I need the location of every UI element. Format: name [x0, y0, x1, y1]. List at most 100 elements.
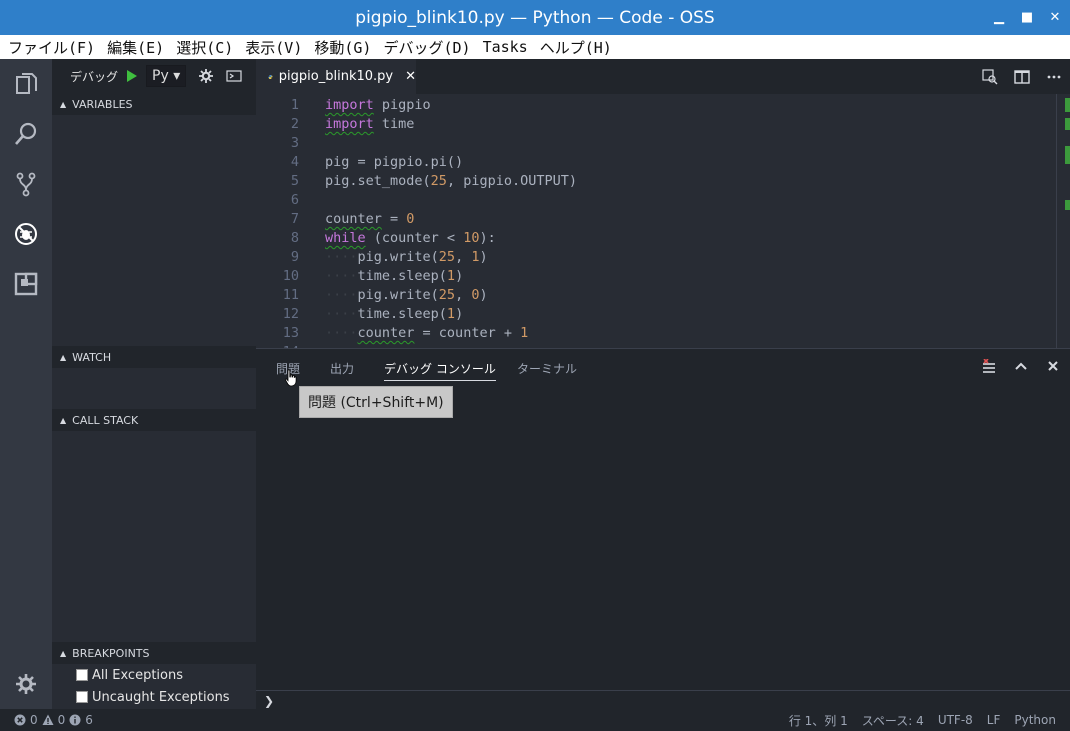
status-bar: 0 0 6 行 1、列 1 スペース: 4 UTF-8 LF Python	[0, 709, 1070, 731]
menu-go[interactable]: 移動(G)	[308, 37, 377, 58]
editor-actions	[982, 59, 1062, 94]
line-number: 7	[290, 211, 299, 227]
variables-panel	[52, 115, 256, 346]
menu-edit[interactable]: 編集(E)	[101, 37, 170, 58]
overview-ruler-mark	[1065, 98, 1070, 112]
editor-tabs: pigpio_blink10.py ✕	[256, 59, 1070, 94]
menu-file[interactable]: ファイル(F)	[0, 37, 101, 58]
collapse-triangle-icon: ▲	[60, 415, 67, 425]
line-number: 12	[282, 306, 299, 322]
search-icon[interactable]	[0, 109, 52, 159]
cursor-position[interactable]: 行 1、列 1	[789, 712, 848, 729]
menu-tasks[interactable]: Tasks	[477, 38, 534, 56]
bottom-panel: 問題 出力 デバッグ コンソール ターミナル 問題 (Ctrl+Shift+M)…	[256, 348, 1070, 709]
line-number: 4	[290, 154, 299, 170]
debug-icon[interactable]	[0, 209, 52, 259]
breakpoint-all-exceptions[interactable]: All Exceptions	[52, 664, 256, 686]
line-number: 6	[290, 192, 299, 208]
warning-count: 0	[57, 713, 66, 727]
code-line: pig = pigpio.pi()	[325, 154, 464, 170]
collapse-triangle-icon: ▲	[60, 352, 67, 362]
code-line: import pigpio	[325, 97, 431, 113]
source-control-icon[interactable]	[0, 159, 52, 209]
tab-terminal[interactable]: ターミナル	[517, 360, 577, 377]
launch-config-select[interactable]: Py ▾	[146, 65, 187, 87]
line-number: 9	[290, 249, 299, 265]
breakpoints-panel: All Exceptions Uncaught Exceptions	[52, 664, 256, 708]
tab-output[interactable]: 出力	[330, 360, 354, 377]
code-line: while (counter < 10):	[325, 230, 496, 246]
breakpoint-uncaught-exceptions[interactable]: Uncaught Exceptions	[52, 686, 256, 708]
prompt-chevron-icon: ❯	[264, 693, 275, 708]
end-of-line[interactable]: LF	[987, 713, 1001, 727]
menu-debug[interactable]: デバッグ(D)	[377, 37, 476, 58]
close-icon[interactable]: ✕	[1048, 10, 1062, 25]
warning-icon	[42, 714, 54, 725]
debug-label: デバッグ	[70, 69, 119, 84]
indentation[interactable]: スペース: 4	[862, 712, 924, 729]
code-line: import time	[325, 116, 415, 132]
problems-status[interactable]: 0 0 6	[0, 713, 93, 727]
menu-help[interactable]: ヘルプ(H)	[534, 37, 618, 58]
maximize-panel-chevron-up-icon[interactable]	[1014, 359, 1028, 373]
line-number: 1	[290, 97, 299, 113]
hand-pointer-cursor-icon	[284, 369, 297, 387]
menu-bar: ファイル(F) 編集(E) 選択(C) 表示(V) 移動(G) デバッグ(D) …	[0, 35, 1070, 59]
call-stack-section-header[interactable]: ▲ CALL STACK	[52, 409, 256, 431]
code-line: ····counter = counter + 1	[325, 325, 529, 341]
open-changes-icon[interactable]	[982, 68, 998, 85]
window-title: pigpio_blink10.py — Python — Code - OSS	[355, 7, 715, 28]
explorer-icon[interactable]	[0, 59, 52, 109]
code-editor[interactable]: 1 2 3 4 5 6 7 8 9 10 11 12 13 14 import …	[256, 94, 1070, 348]
code-line: ····pig.write(25, 1)	[325, 249, 488, 265]
error-count: 0	[30, 713, 38, 727]
checkbox[interactable]	[76, 691, 88, 703]
open-launch-json-gear-icon[interactable]	[198, 68, 214, 84]
editor-scrollbar[interactable]	[1056, 94, 1070, 348]
line-number: 2	[290, 116, 299, 132]
window-controls: ▁ ■ ✕	[992, 0, 1062, 35]
call-stack-panel	[52, 431, 256, 642]
clear-console-icon[interactable]	[982, 359, 996, 373]
code-line: ····time.sleep(1)	[325, 268, 464, 284]
debug-console-icon[interactable]	[226, 68, 242, 84]
variables-section-header[interactable]: ▲ VARIABLES	[52, 93, 256, 115]
panel-actions	[982, 359, 1060, 373]
settings-gear-icon[interactable]	[0, 659, 52, 709]
info-icon	[69, 714, 81, 726]
editor-tab[interactable]: pigpio_blink10.py ✕	[256, 59, 416, 94]
breakpoints-section-header[interactable]: ▲ BREAKPOINTS	[52, 642, 256, 664]
error-icon	[14, 714, 26, 726]
tooltip: 問題 (Ctrl+Shift+M)	[299, 386, 453, 418]
close-panel-icon[interactable]	[1046, 359, 1060, 373]
tab-filename: pigpio_blink10.py	[278, 69, 394, 84]
language-mode[interactable]: Python	[1014, 713, 1056, 727]
close-tab-icon[interactable]: ✕	[405, 69, 416, 84]
debug-console-input[interactable]: ❯	[256, 690, 1070, 710]
start-debugging-icon[interactable]	[126, 69, 138, 83]
code-line: ····pig.write(25, 0)	[325, 287, 488, 303]
collapse-triangle-icon: ▲	[60, 648, 67, 658]
line-number: 8	[290, 230, 299, 246]
encoding[interactable]: UTF-8	[938, 713, 973, 727]
watch-section-header[interactable]: ▲ WATCH	[52, 346, 256, 368]
menu-selection[interactable]: 選択(C)	[170, 37, 239, 58]
minimize-icon[interactable]: ▁	[992, 10, 1006, 25]
maximize-icon[interactable]: ■	[1020, 10, 1034, 25]
line-number: 3	[290, 135, 299, 151]
line-number: 5	[290, 173, 299, 189]
menu-view[interactable]: 表示(V)	[239, 37, 308, 58]
checkbox[interactable]	[76, 669, 88, 681]
split-editor-icon[interactable]	[1014, 69, 1030, 85]
panel-tabs: 問題 出力 デバッグ コンソール ターミナル	[256, 349, 1070, 387]
activity-bar	[0, 59, 52, 709]
tab-debug-console[interactable]: デバッグ コンソール	[384, 360, 496, 381]
more-actions-icon[interactable]	[1046, 69, 1062, 85]
line-number: 10	[282, 268, 299, 284]
overview-ruler-mark	[1065, 146, 1070, 164]
title-bar: pigpio_blink10.py — Python — Code - OSS …	[0, 0, 1070, 35]
watch-panel	[52, 368, 256, 409]
code-line: counter = 0	[325, 211, 415, 227]
overview-ruler-mark	[1065, 118, 1070, 130]
extensions-icon[interactable]	[0, 259, 52, 309]
